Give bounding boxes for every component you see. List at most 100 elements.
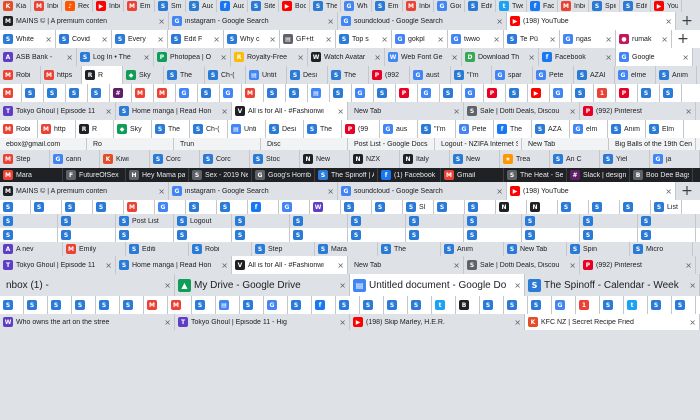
browser-tab[interactable]: Gspar — [492, 66, 533, 84]
browser-tab[interactable]: New Tab × — [348, 256, 464, 274]
browser-tab[interactable]: S Mara — [315, 242, 378, 256]
browser-tab[interactable]: P Photopea | O × — [154, 48, 231, 66]
browser-tab[interactable]: M Robi — [0, 120, 38, 138]
browser-tab[interactable]: B Boo Dee Bags — [630, 168, 693, 182]
browser-tab[interactable]: S — [336, 296, 360, 314]
browser-tab[interactable]: S — [290, 228, 348, 242]
browser-tab[interactable]: SSex - 2019 News — [189, 168, 252, 182]
close-tab-icon[interactable]: × — [337, 261, 344, 270]
browser-tab[interactable]: ▤ — [308, 84, 330, 102]
browser-tab[interactable]: S Sale | Dotti Deals, Discou × — [464, 102, 580, 120]
browser-tab[interactable]: S — [660, 84, 682, 102]
browser-tab[interactable]: S — [31, 200, 62, 214]
browser-tab[interactable]: S The — [304, 120, 342, 138]
close-tab-icon[interactable]: × — [66, 53, 73, 62]
browser-tab[interactable]: M Step — [0, 150, 50, 168]
browser-tab[interactable]: S — [330, 84, 352, 102]
browser-tab[interactable]: SEmil — [372, 0, 403, 12]
close-tab-icon[interactable]: × — [105, 107, 112, 116]
close-tab-icon[interactable]: × — [665, 17, 672, 26]
browser-tab[interactable]: Trun — [174, 138, 261, 150]
browser-tab[interactable]: S — [58, 228, 116, 242]
browser-tab[interactable]: Gaus — [380, 120, 418, 138]
active-browser-tab[interactable]: V All is for All - #Fashionwi × — [232, 102, 348, 120]
active-browser-tab[interactable]: ▶ (198) YouTube × — [507, 182, 676, 200]
active-browser-tab[interactable]: Ggokpl × — [392, 30, 448, 48]
browser-tab[interactable]: Big Balls of the 19th Century — [609, 138, 696, 150]
browser-tab[interactable]: N Italy — [400, 150, 450, 168]
browser-tab[interactable]: S The Spinoff - Calendar - Week × — [525, 274, 700, 296]
close-tab-icon[interactable]: × — [327, 17, 334, 26]
browser-tab[interactable]: S — [504, 296, 528, 314]
close-tab-icon[interactable]: × — [337, 107, 344, 116]
browser-tab[interactable]: f Facebook × — [539, 48, 616, 66]
browser-tab[interactable]: S Step — [252, 242, 315, 256]
browser-tab[interactable]: ▲ My Drive - Google Drive × — [175, 274, 350, 296]
browser-tab[interactable]: S "I'm — [451, 66, 492, 84]
close-tab-icon[interactable]: × — [157, 35, 164, 44]
new-tab-icon[interactable]: + — [676, 12, 698, 30]
browser-tab[interactable]: S Robi — [189, 242, 252, 256]
browser-tab[interactable]: S — [638, 214, 696, 228]
browser-tab[interactable]: S Micro — [630, 242, 693, 256]
browser-tab[interactable]: S AZAI — [574, 66, 615, 84]
browser-tab[interactable]: Ro — [87, 138, 174, 150]
close-tab-icon[interactable]: × — [158, 187, 165, 196]
close-tab-icon[interactable]: × — [101, 35, 108, 44]
browser-tab[interactable]: MInbox — [403, 0, 434, 12]
browser-tab[interactable]: Ginstagram - Google Search × — [169, 12, 338, 30]
browser-tab[interactable]: Disc — [261, 138, 348, 150]
browser-tab[interactable]: A ASB Bank - × — [0, 48, 77, 66]
browser-tab[interactable]: G — [279, 200, 310, 214]
browser-tab[interactable]: S — [348, 214, 406, 228]
browser-tab[interactable]: ebox@gmail.com — [0, 138, 87, 150]
browser-tab[interactable]: S White × — [0, 30, 56, 48]
browser-tab[interactable]: KKia Or — [0, 0, 31, 12]
browser-tab[interactable]: M MAINS © | A premium conten × — [0, 12, 169, 30]
browser-tab[interactable]: ◆ Sky — [114, 120, 152, 138]
browser-tab[interactable]: P (992) Pinterest × — [580, 102, 696, 120]
browser-tab[interactable]: S "I'm — [418, 120, 456, 138]
browser-tab[interactable]: ▶Boom — [279, 0, 310, 12]
close-tab-icon[interactable]: × — [381, 35, 388, 44]
browser-tab[interactable]: G — [418, 84, 440, 102]
close-tab-icon[interactable]: × — [569, 261, 576, 270]
close-tab-icon[interactable]: × — [493, 35, 500, 44]
browser-tab[interactable]: S — [290, 214, 348, 228]
browser-tab[interactable]: S Edit — [465, 0, 496, 12]
browser-tab[interactable]: S Log In • The × — [77, 48, 154, 66]
close-tab-icon[interactable]: × — [514, 281, 521, 290]
close-tab-icon[interactable]: × — [164, 281, 171, 290]
browser-tab[interactable]: S AZA — [532, 120, 570, 138]
browser-tab[interactable]: New Tab × — [348, 102, 464, 120]
browser-tab[interactable]: M — [132, 84, 154, 102]
browser-tab[interactable]: Gtwwo × — [448, 30, 504, 48]
close-tab-icon[interactable]: × — [164, 318, 171, 327]
browser-tab[interactable]: S — [440, 84, 462, 102]
browser-tab[interactable]: G — [176, 84, 198, 102]
browser-tab[interactable]: S — [186, 200, 217, 214]
browser-tab[interactable]: S Sl — [403, 200, 434, 214]
browser-tab[interactable]: W Web Font Ge × — [385, 48, 462, 66]
browser-tab[interactable]: S Home manga | Read Hon × — [116, 102, 232, 120]
browser-tab[interactable]: SSpin — [567, 242, 630, 256]
close-tab-icon[interactable]: × — [143, 53, 150, 62]
browser-tab[interactable]: S — [232, 214, 290, 228]
browser-tab[interactable]: T Tokyo Ghoul | Episode 11 × — [0, 102, 116, 120]
close-tab-icon[interactable]: × — [327, 187, 334, 196]
browser-tab[interactable]: N — [527, 200, 558, 214]
browser-tab[interactable]: ▤ Untit — [246, 66, 287, 84]
active-browser-tab[interactable]: RR — [82, 66, 123, 84]
browser-tab[interactable]: D Download Th × — [462, 48, 539, 66]
close-tab-icon[interactable]: × — [158, 17, 165, 26]
browser-tab[interactable]: Gelm — [570, 120, 608, 138]
browser-tab[interactable]: M — [154, 84, 176, 102]
browser-tab[interactable]: S — [372, 200, 403, 214]
browser-tab[interactable]: S — [506, 84, 528, 102]
active-browser-tab[interactable]: G Google × — [616, 48, 693, 66]
close-tab-icon[interactable]: × — [496, 17, 503, 26]
browser-tab[interactable]: S — [408, 296, 432, 314]
close-tab-icon[interactable]: × — [269, 35, 276, 44]
browser-tab[interactable]: ▶Inbox — [93, 0, 124, 12]
browser-tab[interactable]: Gsoundcloud - Google Search × — [338, 12, 507, 30]
